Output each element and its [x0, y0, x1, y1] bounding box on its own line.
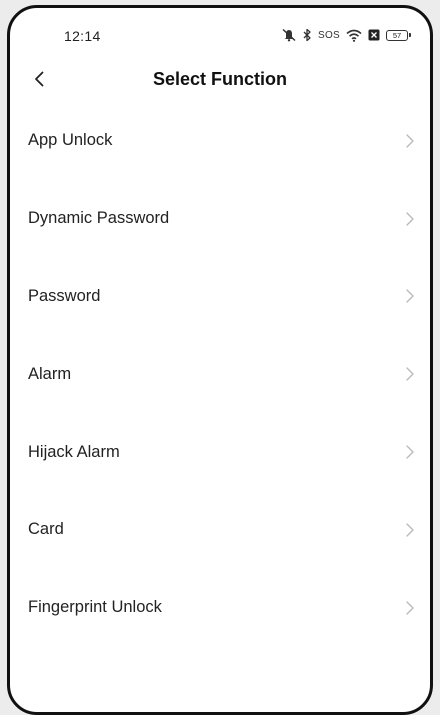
chevron-right-icon — [406, 289, 414, 304]
menu-item-label: Password — [28, 286, 101, 305]
function-list: App Unlock Dynamic Password Password Ala… — [10, 102, 430, 647]
phone-frame: 12:14 SOS 57 Select Function App Unlock … — [7, 5, 433, 715]
menu-item-label: Alarm — [28, 364, 72, 383]
menu-item-label: App Unlock — [28, 131, 113, 150]
bluetooth-icon — [303, 28, 312, 42]
wifi-icon — [346, 29, 362, 42]
status-icons: SOS 57 — [281, 27, 411, 43]
menu-item-password[interactable]: Password — [10, 258, 430, 336]
nav-bar: Select Function — [10, 60, 430, 98]
chevron-right-icon — [406, 601, 414, 615]
chevron-right-icon — [406, 445, 414, 459]
sim-icon — [368, 29, 380, 41]
chevron-right-icon — [406, 367, 414, 381]
menu-item-label: Hijack Alarm — [28, 442, 120, 461]
menu-item-label: Dynamic Password — [28, 209, 170, 228]
status-time: 12:14 — [64, 28, 101, 44]
menu-item-app-unlock[interactable]: App Unlock — [10, 102, 430, 180]
page-title: Select Function — [152, 69, 287, 89]
menu-item-label: Card — [28, 520, 64, 539]
status-bar: 12:14 SOS 57 — [10, 8, 430, 60]
menu-item-dynamic-password[interactable]: Dynamic Password — [10, 180, 430, 258]
battery-level: 57 — [392, 30, 402, 40]
menu-item-alarm[interactable]: Alarm — [10, 335, 430, 413]
mute-icon — [281, 28, 297, 42]
chevron-right-icon — [406, 134, 414, 148]
battery-icon: 57 — [386, 29, 411, 41]
menu-item-fingerprint-unlock[interactable]: Fingerprint Unlock — [10, 569, 430, 647]
sos-indicator: SOS — [317, 29, 340, 41]
menu-item-hijack-alarm[interactable]: Hijack Alarm — [10, 413, 430, 491]
chevron-right-icon — [406, 523, 414, 537]
menu-item-card[interactable]: Card — [10, 491, 430, 569]
chevron-right-icon — [406, 212, 414, 226]
menu-item-label: Fingerprint Unlock — [28, 598, 162, 617]
